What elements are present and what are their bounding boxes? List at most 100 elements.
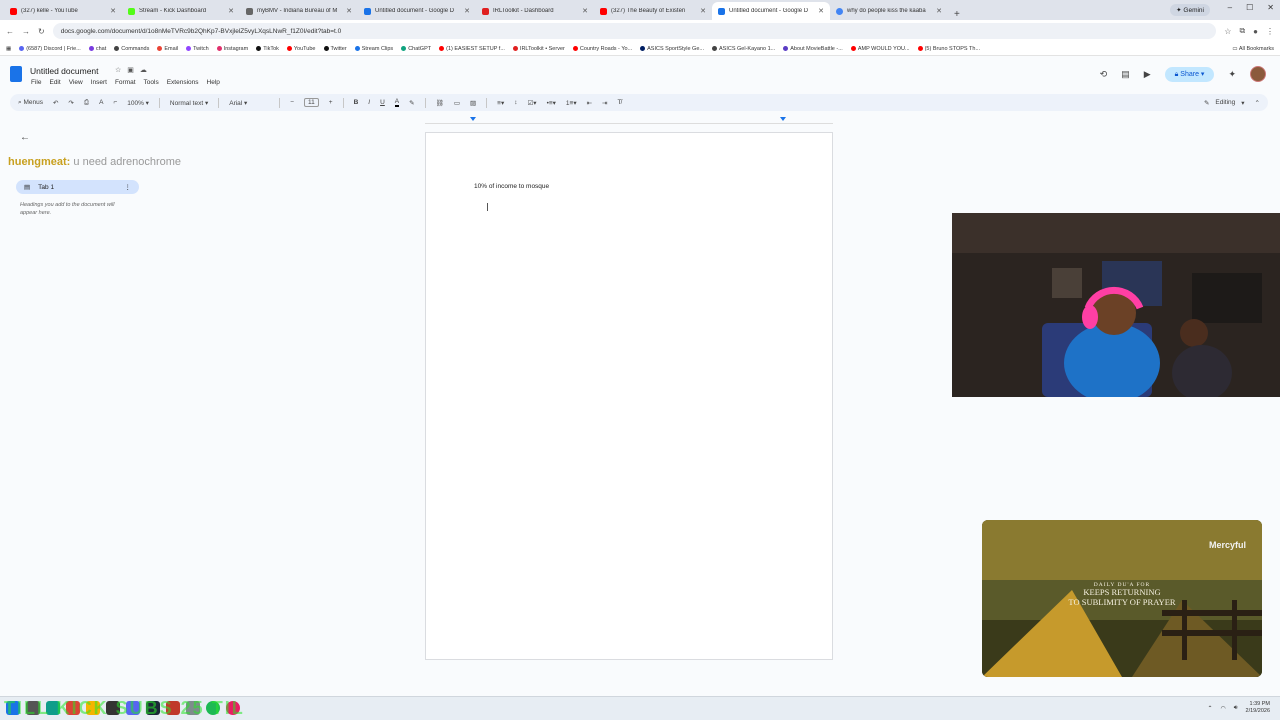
bookmark[interactable]: (5) Bruno STOPS Th... bbox=[917, 46, 980, 52]
font-select[interactable]: Arial ▾ bbox=[229, 99, 269, 107]
pip-video-player[interactable]: Mercyful DAILY DU'A FOR KEEPS RETURNING … bbox=[982, 520, 1262, 677]
menu-extensions[interactable]: Extensions bbox=[167, 79, 199, 86]
close-icon[interactable]: ✕ bbox=[110, 7, 116, 15]
bookmark[interactable]: ASICS Gel-Kayano 1... bbox=[711, 46, 775, 52]
right-indent-marker[interactable] bbox=[780, 117, 786, 121]
close-icon[interactable]: ✕ bbox=[464, 7, 470, 15]
menu-edit[interactable]: Edit bbox=[49, 79, 60, 86]
close-icon[interactable]: ✕ bbox=[228, 7, 234, 15]
close-icon[interactable]: ✕ bbox=[700, 7, 706, 15]
browser-tab[interactable]: IRLToolkit - Dashboard ✕ bbox=[476, 2, 594, 20]
line-spacing-icon[interactable]: ↕ bbox=[514, 99, 517, 106]
font-size-input[interactable]: 11 bbox=[304, 98, 319, 107]
checklist-icon[interactable]: ☑▾ bbox=[527, 99, 536, 107]
text-color-icon[interactable]: A bbox=[394, 98, 400, 107]
more-options-icon[interactable]: ⋮ bbox=[125, 183, 132, 191]
move-folder-icon[interactable]: ▣ bbox=[127, 66, 134, 74]
share-button[interactable]: 🔒︎ Share ▾ bbox=[1164, 66, 1215, 82]
link-icon[interactable]: ⛓ bbox=[436, 99, 444, 107]
minimize-icon[interactable]: – bbox=[1228, 3, 1232, 12]
bookmark[interactable]: TikTok bbox=[256, 46, 279, 52]
bookmark[interactable]: Twitter bbox=[323, 46, 347, 52]
bookmark[interactable]: Country Roads - Yo... bbox=[572, 46, 632, 52]
paint-format-icon[interactable]: ⌐ bbox=[113, 99, 117, 106]
browser-tab[interactable]: (327) The Beauty of Existen ✕ bbox=[594, 2, 712, 20]
profile-icon[interactable]: ● bbox=[1253, 27, 1258, 36]
new-tab-button[interactable]: + bbox=[948, 9, 966, 20]
increase-indent-icon[interactable]: ⇥ bbox=[602, 99, 607, 107]
all-bookmarks[interactable]: ▭ All Bookmarks bbox=[1232, 46, 1274, 52]
numbered-list-icon[interactable]: 1≡▾ bbox=[566, 99, 577, 107]
close-icon[interactable]: ✕ bbox=[582, 7, 588, 15]
insert-image-icon[interactable]: ▨ bbox=[470, 99, 476, 107]
history-icon[interactable]: ⟲ bbox=[1100, 69, 1108, 80]
bold-icon[interactable]: B bbox=[354, 99, 359, 106]
document-body-text[interactable]: 10% of income to mosque bbox=[474, 183, 549, 190]
zoom-select[interactable]: 100% ▾ bbox=[127, 99, 149, 107]
browser-tab[interactable]: Untitled document - Google D ✕ bbox=[358, 2, 476, 20]
wifi-icon[interactable]: ◠ bbox=[1221, 705, 1226, 712]
browser-tab[interactable]: Stream - Kick Dashboard ✕ bbox=[122, 2, 240, 20]
menu-view[interactable]: View bbox=[69, 79, 83, 86]
close-icon[interactable]: ✕ bbox=[936, 7, 942, 15]
extensions-icon[interactable]: ⧉ bbox=[1239, 26, 1245, 36]
decrease-font-icon[interactable]: − bbox=[290, 99, 294, 106]
close-window-icon[interactable]: ✕ bbox=[1267, 3, 1274, 12]
menu-help[interactable]: Help bbox=[207, 79, 220, 86]
menu-format[interactable]: Format bbox=[115, 79, 136, 86]
left-indent-marker[interactable] bbox=[470, 117, 476, 121]
clock[interactable]: 1:39 PM 2/19/2026 bbox=[1246, 701, 1270, 715]
increase-font-icon[interactable]: + bbox=[329, 99, 333, 106]
bookmark[interactable]: Commands bbox=[114, 46, 149, 52]
bookmark[interactable]: ASICS SportStyle Ge... bbox=[640, 46, 704, 52]
volume-icon[interactable]: 🔊︎ bbox=[1234, 705, 1238, 712]
menu-tools[interactable]: Tools bbox=[144, 79, 159, 86]
browser-tab-active[interactable]: Untitled document - Google D ✕ bbox=[712, 2, 830, 20]
gemini-spark-icon[interactable]: ✦ bbox=[1228, 69, 1236, 80]
browser-tab[interactable]: (327) kelle - YouTube ✕ bbox=[4, 2, 122, 20]
browser-tab[interactable]: why do people kiss the kaaba ✕ bbox=[830, 2, 948, 20]
menu-file[interactable]: File bbox=[31, 79, 41, 86]
bookmark[interactable]: Email bbox=[157, 46, 178, 52]
menus-search[interactable]: ⌕ Menus bbox=[18, 99, 43, 107]
italic-icon[interactable]: I bbox=[368, 99, 370, 106]
spellcheck-icon[interactable]: A bbox=[99, 99, 103, 106]
avatar[interactable] bbox=[1250, 66, 1266, 82]
bookmark[interactable]: YouTube bbox=[286, 46, 316, 52]
forward-icon[interactable]: → bbox=[22, 27, 30, 36]
bookmark[interactable]: About MovieBattle -... bbox=[783, 46, 843, 52]
editing-mode-select[interactable]: ✎ Editing ▾ bbox=[1204, 99, 1245, 107]
underline-icon[interactable]: U bbox=[380, 99, 385, 106]
close-icon[interactable]: ✕ bbox=[818, 7, 824, 15]
apps-icon[interactable]: ▦ bbox=[6, 46, 11, 52]
bookmark[interactable]: AMP WOULD YOU... bbox=[850, 46, 910, 52]
bookmark[interactable]: Instagram bbox=[216, 46, 248, 52]
menu-insert[interactable]: Insert bbox=[91, 79, 107, 86]
document-page[interactable]: 10% of income to mosque bbox=[425, 132, 833, 660]
bookmark[interactable]: Stream Clips bbox=[354, 46, 393, 52]
horizontal-ruler[interactable] bbox=[425, 115, 833, 124]
bookmark[interactable]: (1) EASIEST SETUP f... bbox=[439, 46, 505, 52]
meet-icon[interactable]: ▶ bbox=[1144, 69, 1151, 80]
redo-icon[interactable]: ↷ bbox=[68, 99, 73, 107]
docs-logo-icon[interactable] bbox=[10, 66, 22, 82]
bookmark[interactable]: chat bbox=[88, 46, 106, 52]
back-icon[interactable]: ← bbox=[6, 27, 14, 36]
back-arrow-icon[interactable]: ← bbox=[20, 132, 30, 143]
url-input[interactable]: docs.google.com/document/d/1o8nMeTVRc9b2… bbox=[52, 23, 1217, 39]
bookmark[interactable]: (6587) Discord | Frie... bbox=[19, 46, 81, 52]
reload-icon[interactable]: ↻ bbox=[38, 27, 45, 36]
bookmark[interactable]: Twitch bbox=[186, 46, 209, 52]
browser-tab[interactable]: myBMV - Indiana Bureau of M ✕ bbox=[240, 2, 358, 20]
clear-formatting-icon[interactable]: T̸ bbox=[618, 99, 622, 106]
document-tab[interactable]: ▤ Tab 1 ⋮ bbox=[16, 180, 139, 194]
more-icon[interactable]: ⋮ bbox=[1266, 27, 1274, 36]
star-icon[interactable]: ☆ bbox=[1224, 27, 1231, 36]
chevron-up-icon[interactable]: ⌃ bbox=[1207, 705, 1212, 712]
decrease-indent-icon[interactable]: ⇤ bbox=[587, 99, 592, 107]
collapse-icon[interactable]: ⌃ bbox=[1255, 99, 1260, 107]
bookmark[interactable]: ChatGPT bbox=[401, 46, 431, 52]
maximize-icon[interactable]: ☐ bbox=[1246, 3, 1253, 12]
bookmark[interactable]: IRLToolkit • Server bbox=[512, 46, 565, 52]
document-title[interactable]: Untitled document bbox=[30, 66, 99, 76]
